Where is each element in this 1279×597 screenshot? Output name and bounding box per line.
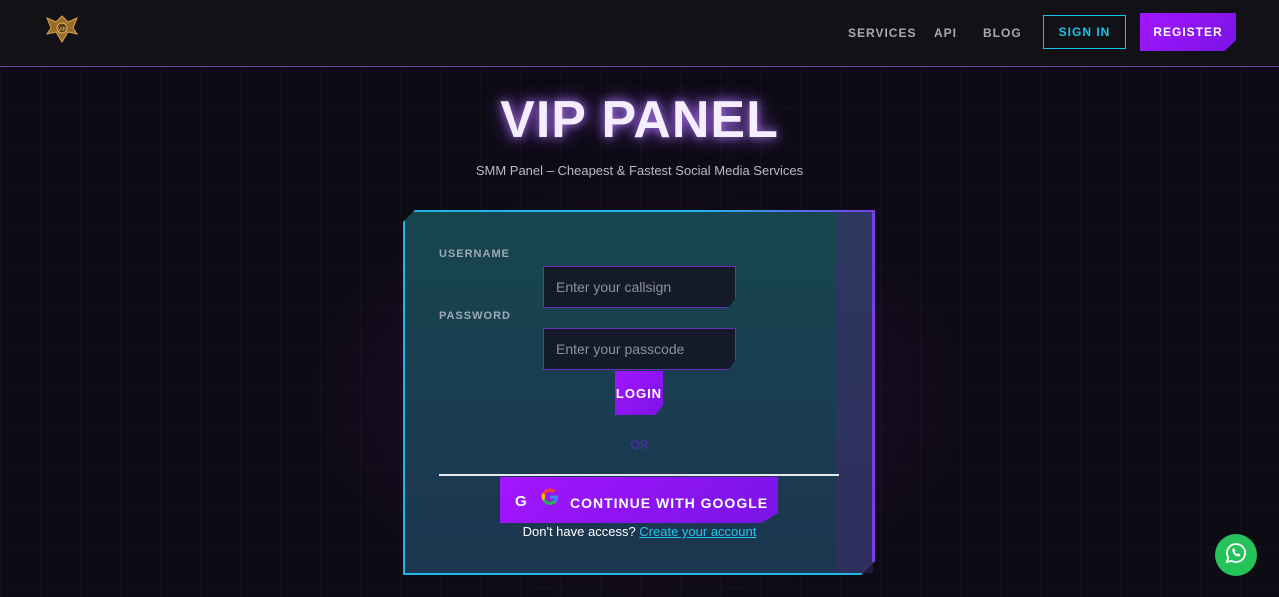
password-input[interactable] [543,328,736,370]
page-subtitle: SMM Panel – Cheapest & Fastest Social Me… [475,163,804,178]
google-icon [540,487,560,507]
nav-link-blog[interactable]: BLOG [983,26,1022,40]
page-title: VIP PANEL [500,91,779,149]
google-prefix-text: G [515,493,527,510]
create-account-link[interactable]: Create your account [639,524,756,539]
whatsapp-icon [1224,541,1248,569]
username-label: USERNAME [439,248,510,260]
whatsapp-button[interactable] [1215,534,1257,576]
username-input[interactable] [543,266,736,308]
card-border-accent [872,210,875,562]
google-button-label: CONTINUE WITH GOOGLE [570,495,769,511]
password-label: PASSWORD [439,310,511,322]
divider [439,474,839,476]
signup-prompt-text: Don't have access? [522,524,636,539]
login-button[interactable]: LOGIN [615,371,663,415]
signup-prompt-line: Don't have access? Create your account [0,524,1279,539]
register-button[interactable]: REGISTER [1140,13,1236,51]
svg-text:VIP: VIP [58,27,67,33]
navbar: VIP SERVICES API BLOG SIGN IN REGISTER [0,0,1279,67]
nav-link-services[interactable]: SERVICES [848,26,916,40]
or-separator-text: OR [630,438,649,452]
sign-in-button[interactable]: SIGN IN [1043,15,1126,49]
nav-link-api[interactable]: API [934,26,957,40]
card-side-panel [835,212,873,573]
logo-icon[interactable]: VIP [44,12,80,46]
card-border-top-accent [700,210,875,212]
